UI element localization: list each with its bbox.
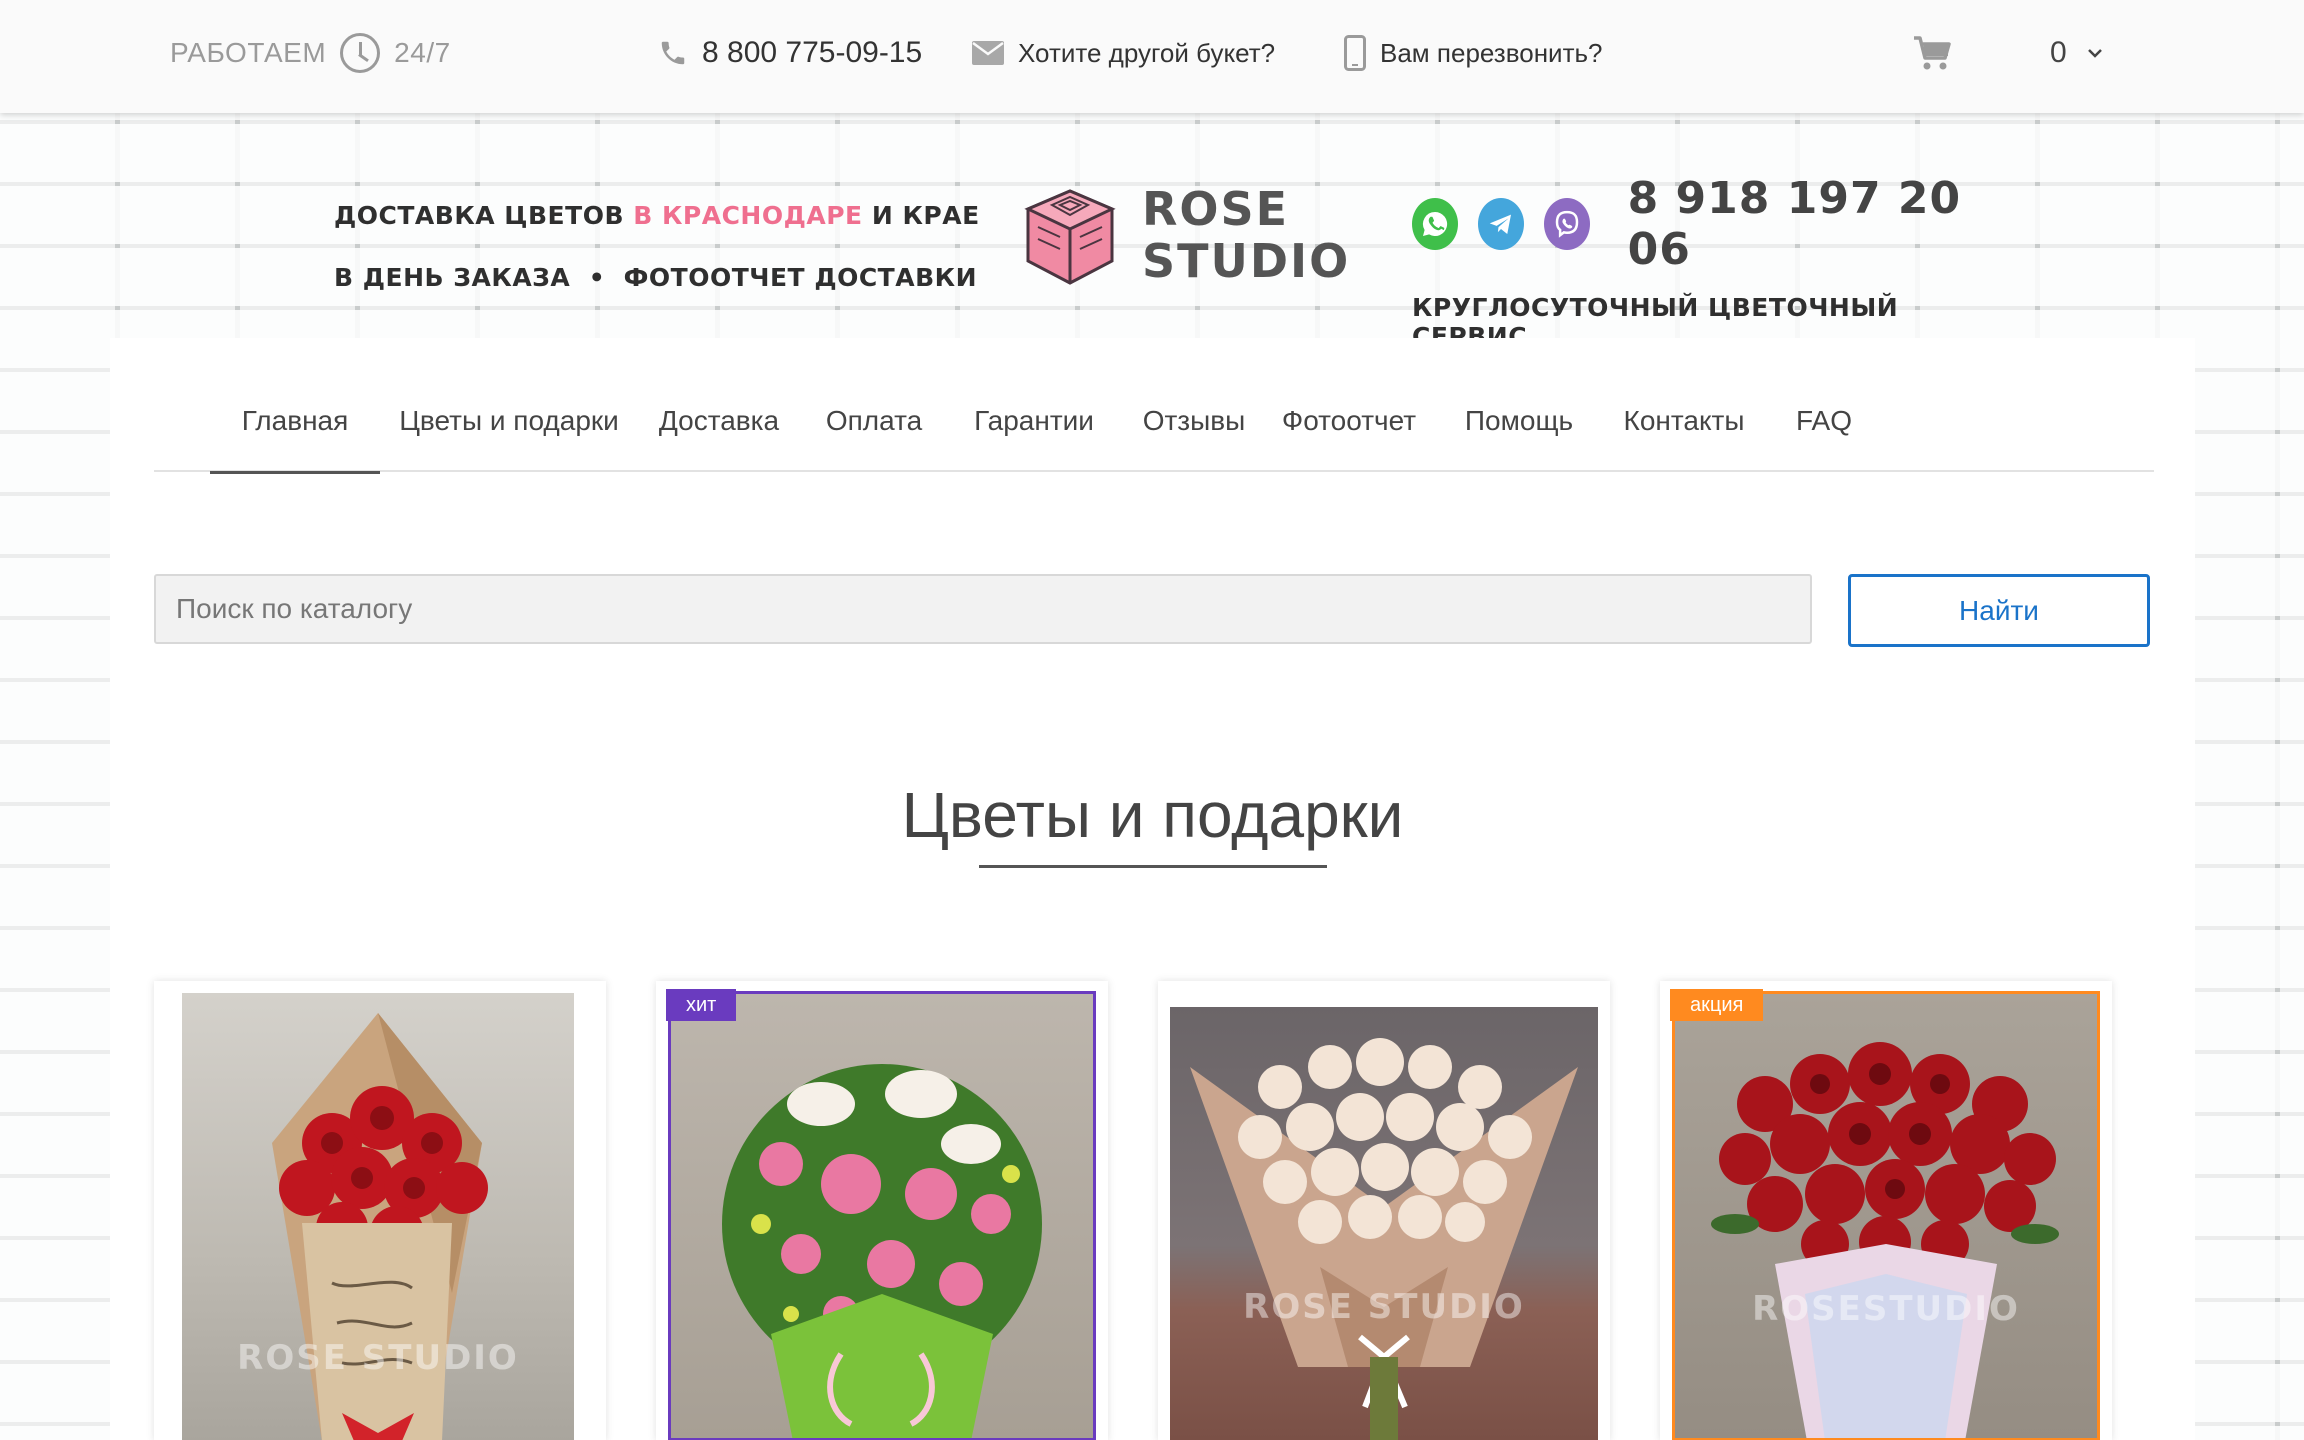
main-phone-number[interactable]: 8 918 197 20 06 bbox=[1628, 173, 1992, 275]
cart-count: 0 bbox=[2050, 36, 2067, 69]
top-phone-number: 8 800 775-09-15 bbox=[702, 36, 923, 69]
cart-icon bbox=[1914, 36, 1951, 70]
bouquet-image bbox=[1711, 1042, 2059, 1438]
catalog-search-input[interactable] bbox=[154, 574, 1812, 644]
product-card[interactable]: ROSE STUDIO bbox=[1158, 981, 1610, 1440]
slogan-text: ФОТООТЧЕТ ДОСТАВКИ bbox=[623, 263, 977, 292]
sale-badge: акция bbox=[1670, 989, 1764, 1021]
logo-line-2: STUDIO bbox=[1142, 234, 1351, 288]
top-phone-link[interactable]: 8 800 775-09-15 bbox=[658, 0, 922, 106]
callback-label: Вам перезвонить? bbox=[1380, 37, 1603, 68]
nav-item-contacts[interactable]: Контакты bbox=[1614, 338, 1754, 472]
logo-text: ROSE STUDIO bbox=[1142, 183, 1350, 287]
nav-item-home[interactable]: Главная bbox=[210, 338, 380, 474]
product-card[interactable]: хит bbox=[656, 981, 1108, 1440]
cart-button[interactable] bbox=[1912, 0, 1952, 106]
nav-item-help[interactable]: Помощь bbox=[1454, 338, 1584, 472]
header: ДОСТАВКА ЦВЕТОВ В КРАСНОДАРЕ И КРАЕ В ДЕ… bbox=[0, 113, 2304, 351]
mobile-icon bbox=[1344, 35, 1366, 71]
hit-badge: хит bbox=[666, 989, 737, 1021]
product-card[interactable]: ROSE STUDIO bbox=[154, 981, 606, 1440]
nav-item-faq[interactable]: FAQ bbox=[1784, 338, 1864, 472]
nav-item-delivery[interactable]: Доставка bbox=[654, 338, 784, 472]
site-logo[interactable]: ROSE STUDIO bbox=[1022, 183, 1348, 293]
nav-item-flowers-gifts[interactable]: Цветы и подарки bbox=[394, 338, 624, 472]
image-watermark: ROSE STUDIO bbox=[1243, 1287, 1525, 1327]
nav-item-reviews[interactable]: Отзывы bbox=[1134, 338, 1254, 472]
bouquet-image bbox=[1190, 1038, 1578, 1440]
mail-icon bbox=[972, 41, 1004, 65]
bouquet-image bbox=[722, 1064, 1042, 1438]
search-button[interactable]: Найти bbox=[1848, 574, 2150, 647]
callback-link[interactable]: Вам перезвонить? bbox=[1344, 0, 1603, 106]
nav-item-payment[interactable]: Оплата bbox=[814, 338, 934, 472]
messengers: 8 918 197 20 06 bbox=[1412, 173, 1992, 275]
whatsapp-icon[interactable] bbox=[1412, 198, 1458, 250]
product-image[interactable]: ROSE STUDIO bbox=[1170, 1007, 1598, 1440]
main-nav: Главная Цветы и подарки Доставка Оплата … bbox=[154, 338, 2154, 474]
phone-icon bbox=[661, 41, 685, 65]
other-bouquet-label: Хотите другой букет? bbox=[1018, 37, 1276, 68]
slogan-text: ДОСТАВКА ЦВЕТОВ bbox=[334, 201, 624, 230]
product-image[interactable]: ROSESTUDIO bbox=[1672, 991, 2100, 1440]
section-title: Цветы и подарки bbox=[901, 779, 1404, 851]
product-image[interactable] bbox=[668, 991, 1096, 1440]
product-image[interactable]: ROSE STUDIO bbox=[182, 993, 574, 1440]
delivery-slogan: ДОСТАВКА ЦВЕТОВ В КРАСНОДАРЕ И КРАЕ В ДЕ… bbox=[334, 185, 980, 309]
slogan-line-2: В ДЕНЬ ЗАКАЗА • ФОТООТЧЕТ ДОСТАВКИ bbox=[334, 247, 980, 309]
slogan-text: И КРАЕ bbox=[871, 201, 980, 230]
contact-block: 8 918 197 20 06 КРУГЛОСУТОЧНЫЙ ЦВЕТОЧНЫЙ… bbox=[1412, 173, 1992, 351]
product-card[interactable]: акция ROSESTUDIO bbox=[1660, 981, 2112, 1440]
slogan-separator: • bbox=[588, 263, 606, 292]
work-label: РАБОТАЕМ bbox=[170, 37, 327, 68]
work-hours-value: 24/7 bbox=[394, 37, 451, 68]
clock-icon bbox=[340, 33, 381, 73]
telegram-icon[interactable] bbox=[1477, 198, 1524, 250]
slogan-text: В ДЕНЬ ЗАКАЗА bbox=[334, 263, 571, 292]
slogan-line-1: ДОСТАВКА ЦВЕТОВ В КРАСНОДАРЕ И КРАЕ bbox=[334, 185, 980, 247]
rose-box-logo-icon bbox=[1024, 189, 1116, 285]
work-hours: РАБОТАЕМ 24/7 bbox=[170, 0, 451, 106]
main-content: Главная Цветы и подарки Доставка Оплата … bbox=[110, 338, 2195, 1440]
chevron-down-icon bbox=[2087, 49, 2102, 58]
top-bar: РАБОТАЕМ 24/7 8 800 775-09-15 Хотите дру… bbox=[0, 0, 2304, 113]
viber-icon[interactable] bbox=[1543, 198, 1590, 250]
title-underline bbox=[979, 865, 1327, 868]
slogan-city: В КРАСНОДАРЕ bbox=[633, 201, 863, 230]
cart-count-dropdown[interactable]: 0 bbox=[2050, 0, 2103, 106]
nav-item-guarantees[interactable]: Гарантии bbox=[964, 338, 1104, 472]
image-watermark: ROSESTUDIO bbox=[1752, 1289, 2020, 1329]
image-watermark: ROSE STUDIO bbox=[237, 1338, 519, 1378]
logo-line-1: ROSE bbox=[1142, 182, 1290, 236]
other-bouquet-link[interactable]: Хотите другой букет? bbox=[972, 0, 1275, 106]
nav-item-photo-report[interactable]: Фотоотчет bbox=[1274, 338, 1424, 472]
